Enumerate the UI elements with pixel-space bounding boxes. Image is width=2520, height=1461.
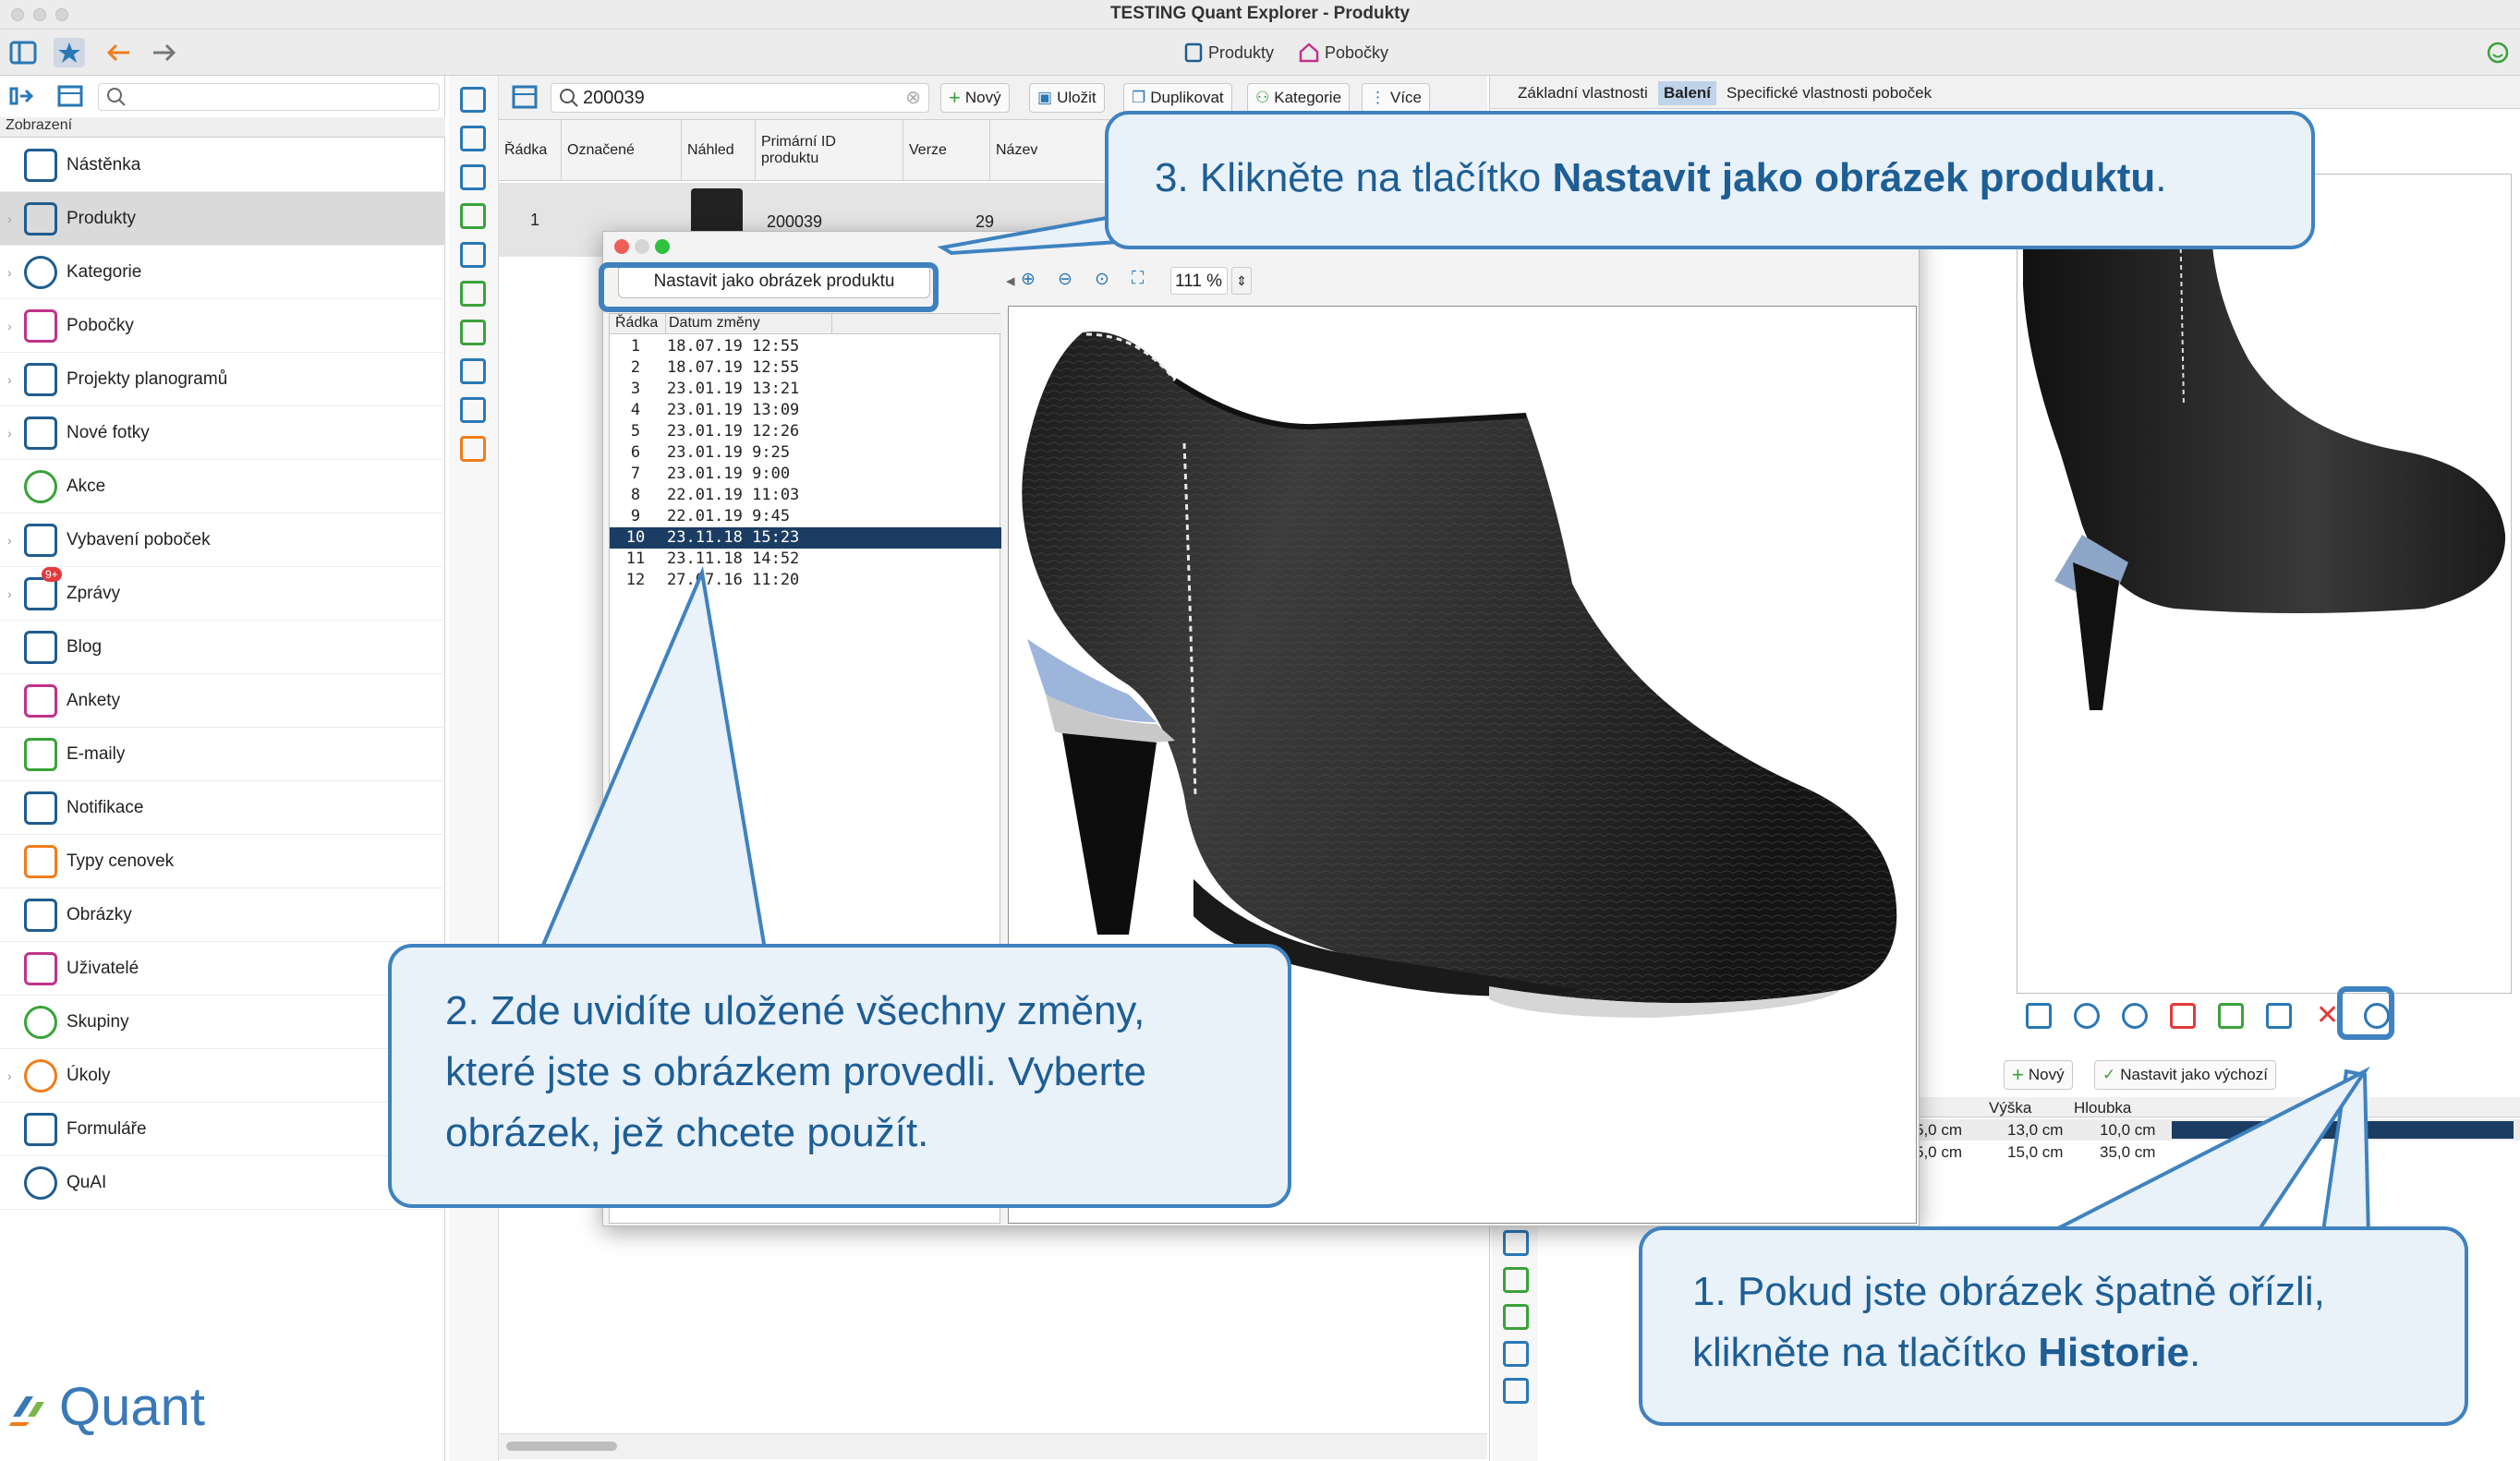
- callout-2-line-1: 2. Zde uvidíte uložené všechny změny,: [445, 988, 1145, 1033]
- callout-step-2: 2. Zde uvidíte uložené všechny změny, kt…: [388, 944, 1291, 1208]
- callout-3-text: 3. Klikněte na tlačítko: [1155, 155, 1553, 200]
- callout-1-end: .: [2189, 1330, 2201, 1375]
- callout-step-1: 1. Pokud jste obrázek špatně ořízli, kli…: [1639, 1226, 2468, 1426]
- callout-1-line-1: 1. Pokud jste obrázek špatně ořízli,: [1692, 1269, 2325, 1314]
- callout-1-line-2: klikněte na tlačítko: [1692, 1330, 2039, 1375]
- callout-3-bold: Nastavit jako obrázek produktu: [1552, 155, 2156, 200]
- callout-1-bold: Historie: [2038, 1330, 2190, 1375]
- callout-step-3: 3. Klikněte na tlačítko Nastavit jako ob…: [1105, 111, 2315, 249]
- callout-2-line-3: obrázek, jež chcete použít.: [445, 1110, 929, 1155]
- callout-3-end: .: [2155, 155, 2167, 200]
- callout-2-line-2: které jste s obrázkem provedli. Vyberte: [445, 1049, 1146, 1094]
